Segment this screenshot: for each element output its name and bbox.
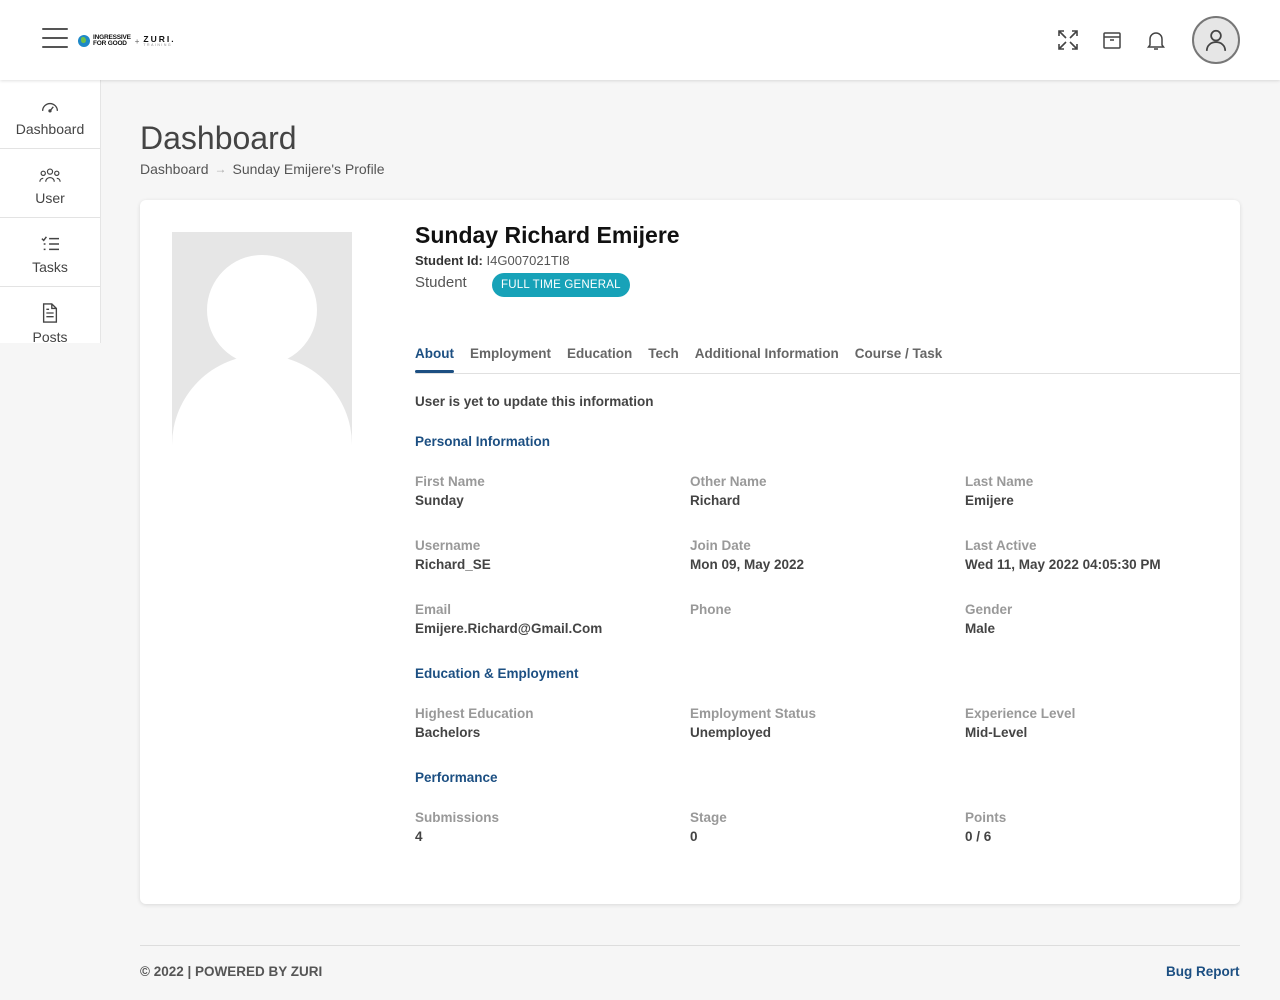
- sidebar-item-posts[interactable]: Posts: [0, 287, 100, 356]
- tab-education[interactable]: Education: [567, 346, 632, 372]
- field-submissions: Submissions 4: [415, 810, 500, 844]
- sidebar-item-label: User: [35, 190, 65, 206]
- field-points: Points 0 / 6: [965, 810, 1007, 844]
- breadcrumb-dashboard-link[interactable]: Dashboard: [140, 161, 209, 177]
- tab-tech[interactable]: Tech: [648, 346, 679, 372]
- about-notice: User is yet to update this information: [415, 394, 654, 409]
- tab-additional-information[interactable]: Additional Information: [695, 346, 839, 372]
- student-id: Student Id: I4G007021TI8: [415, 253, 570, 268]
- profile-role: Student: [415, 274, 467, 291]
- field-first-name: First Name Sunday: [415, 474, 485, 508]
- bug-report-link[interactable]: Bug Report: [1166, 964, 1240, 979]
- globe-icon: [78, 35, 90, 47]
- field-employment-status: Employment Status Unemployed: [690, 706, 817, 740]
- users-icon: [39, 168, 61, 182]
- field-email: Email Emijere.Richard@Gmail.Com: [415, 602, 603, 636]
- menu-toggle-icon[interactable]: [42, 28, 68, 50]
- field-experience-level: Experience Level Mid-Level: [965, 706, 1076, 740]
- logo-zuri: ZURI. TRAINING: [143, 33, 176, 47]
- footer-copyright: © 2022 | POWERED BY ZURI: [140, 964, 323, 979]
- tab-employment[interactable]: Employment: [470, 346, 551, 372]
- section-education-employment: Education & Employment: [415, 666, 579, 681]
- sidebar-item-label: Dashboard: [15, 121, 85, 137]
- field-stage: Stage 0: [690, 810, 727, 844]
- sidebar: Dashboard User Tasks Posts: [0, 80, 101, 345]
- breadcrumb-current: Sunday Emijere's Profile: [232, 161, 385, 177]
- tab-about[interactable]: About: [415, 346, 454, 373]
- user-avatar-icon: [1205, 29, 1227, 51]
- document-icon: [42, 303, 58, 323]
- page-title: Dashboard: [140, 120, 297, 156]
- field-last-active: Last Active Wed 11, May 2022 04:05:30 PM: [965, 538, 1161, 572]
- field-last-name: Last Name Emijere: [965, 474, 1034, 508]
- profile-tabs: About Employment Education Tech Addition…: [415, 346, 1240, 374]
- archive-icon[interactable]: [1100, 28, 1124, 52]
- field-join-date: Join Date Mon 09, May 2022: [690, 538, 805, 572]
- bell-icon[interactable]: [1144, 28, 1168, 52]
- section-personal-information: Personal Information: [415, 434, 551, 449]
- tab-course-task[interactable]: Course / Task: [855, 346, 943, 372]
- profile-name: Sunday Richard Emijere: [415, 222, 680, 248]
- logo-plus: +: [134, 36, 140, 46]
- sidebar-item-label: Posts: [32, 329, 68, 345]
- fullscreen-icon[interactable]: [1056, 28, 1080, 52]
- sidebar-item-user[interactable]: User: [0, 149, 100, 218]
- arrow-right-icon: →: [214, 162, 227, 176]
- speedometer-icon: [41, 102, 59, 113]
- field-username: Username Richard_SE: [415, 538, 491, 572]
- sidebar-item-dashboard[interactable]: Dashboard: [0, 80, 100, 149]
- field-highest-education: Highest Education Bachelors: [415, 706, 534, 740]
- track-badge: FULL TIME GENERAL: [492, 273, 630, 297]
- section-performance: Performance: [415, 770, 498, 785]
- sidebar-item-label: Tasks: [32, 259, 68, 275]
- top-bar: INGRESSIVE FOR GOOD + ZURI. TRAINING: [0, 0, 1280, 80]
- profile-card: Sunday Richard Emijere Student Id: I4G00…: [140, 200, 1240, 904]
- sidebar-item-tasks[interactable]: Tasks: [0, 218, 100, 287]
- footer-divider: [140, 945, 1240, 946]
- profile-photo-placeholder: [172, 232, 352, 445]
- field-other-name: Other Name Richard: [690, 474, 767, 508]
- field-phone: Phone: [690, 602, 732, 617]
- logo-ingressive: INGRESSIVE FOR GOOD: [93, 34, 131, 47]
- logo[interactable]: INGRESSIVE FOR GOOD + ZURI. TRAINING: [78, 32, 176, 50]
- breadcrumb: Dashboard → Sunday Emijere's Profile: [140, 161, 385, 177]
- checklist-icon: [41, 236, 59, 251]
- field-gender: Gender Male: [965, 602, 1013, 636]
- user-avatar-button[interactable]: [1192, 16, 1240, 64]
